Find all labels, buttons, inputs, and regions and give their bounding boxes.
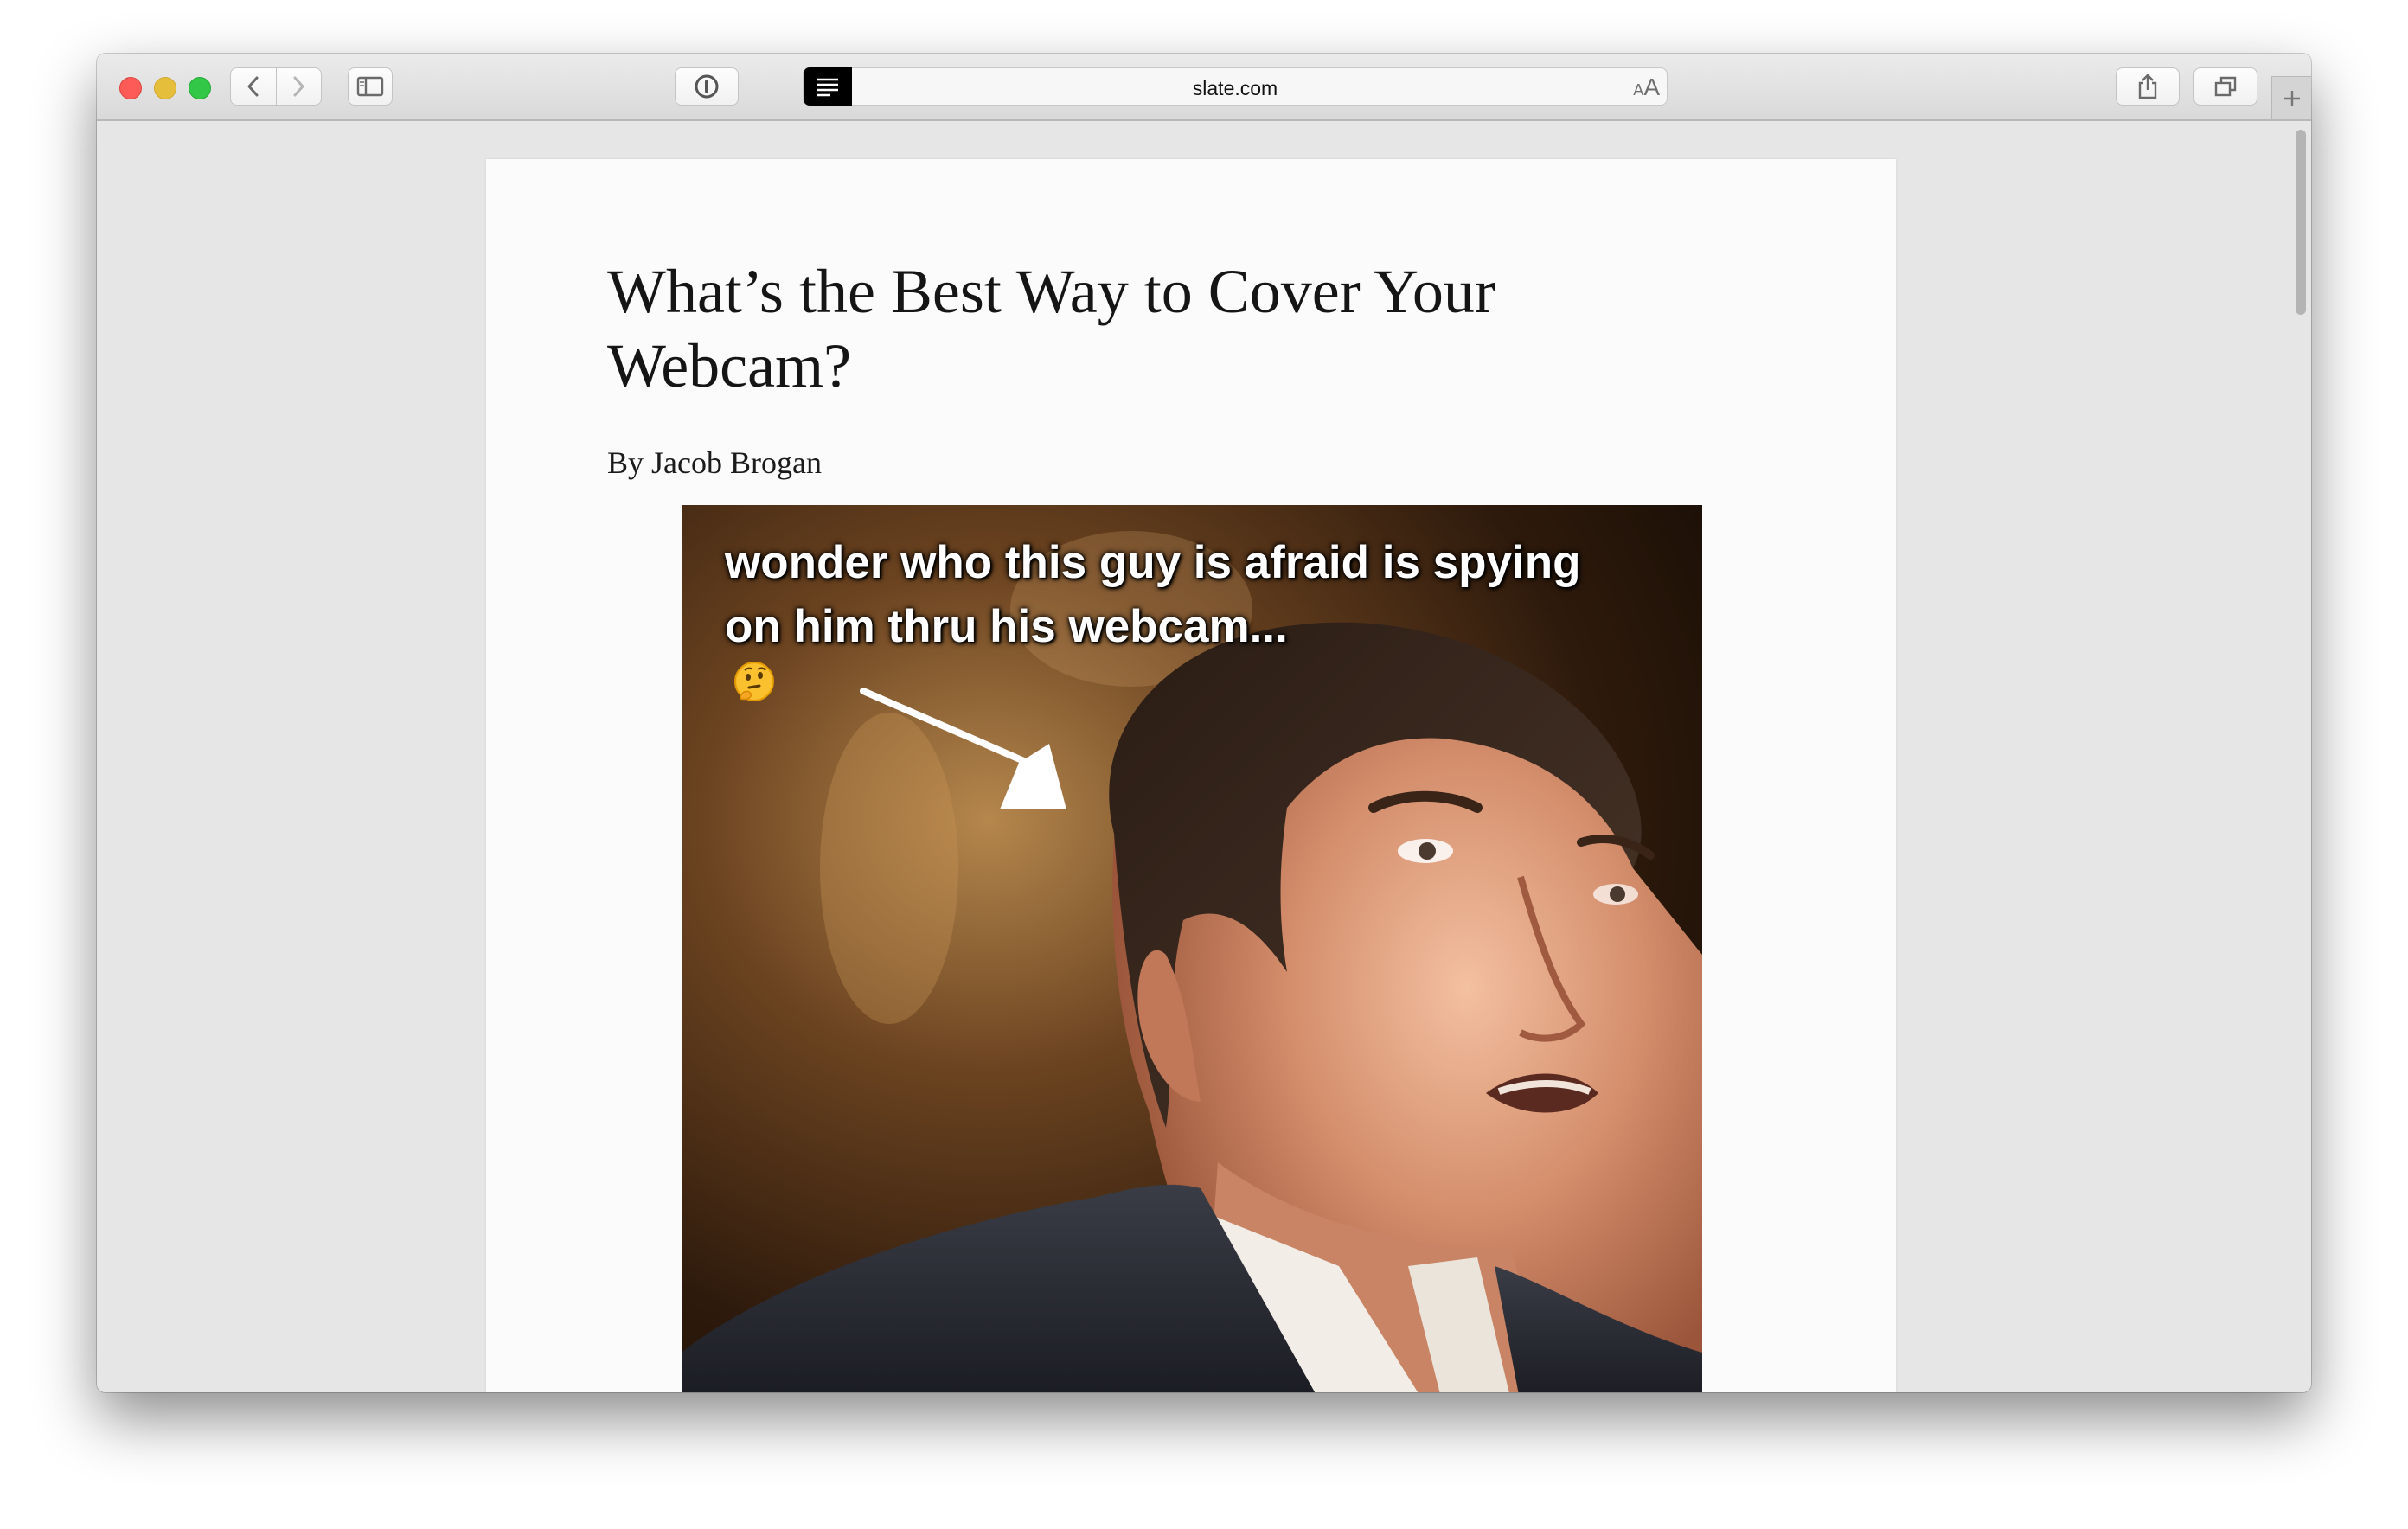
tab-overview-button[interactable] xyxy=(2193,67,2258,106)
article-byline: By Jacob Brogan xyxy=(607,445,822,480)
image-caption-text: wonder who this guy is afraid is spying … xyxy=(725,537,1581,652)
hero-image[interactable]: wonder who this guy is afraid is spying … xyxy=(682,505,1702,1392)
forward-button[interactable] xyxy=(275,68,322,105)
sidebar-button[interactable] xyxy=(348,67,393,106)
text-size-button[interactable]: AA xyxy=(1633,74,1660,101)
text-size-large-glyph: A xyxy=(1643,74,1660,100)
thinking-face-icon xyxy=(734,662,774,701)
image-caption: wonder who this guy is afraid is spying … xyxy=(725,531,1590,704)
article-title: What’s the Best Way to Cover Your Webcam… xyxy=(607,257,1495,400)
url-text: slate.com xyxy=(1192,77,1278,99)
new-tab-button[interactable] xyxy=(2271,76,2311,119)
browser-toolbar: slate.com AA xyxy=(97,54,2311,121)
back-chevron-icon xyxy=(247,76,259,97)
minimize-window-button[interactable] xyxy=(154,77,176,99)
share-button[interactable] xyxy=(2116,67,2180,106)
address-bar[interactable]: slate.com AA xyxy=(803,67,1668,106)
maximize-window-button[interactable] xyxy=(189,77,211,99)
share-icon xyxy=(2138,74,2157,99)
sidebar-icon xyxy=(356,76,384,97)
back-button[interactable] xyxy=(231,68,276,105)
close-window-button[interactable] xyxy=(119,77,142,99)
plus-icon xyxy=(2283,90,2300,106)
browser-window: slate.com AA What’s the Best Way to Cove… xyxy=(97,54,2311,1392)
reader-article: What’s the Best Way to Cover Your Webcam… xyxy=(486,159,1896,1392)
text-size-small-glyph: A xyxy=(1633,81,1644,99)
page-viewport[interactable]: What’s the Best Way to Cover Your Webcam… xyxy=(97,121,2311,1392)
password-key-icon xyxy=(695,74,719,99)
tabs-overview-icon xyxy=(2214,76,2237,97)
password-manager-button[interactable] xyxy=(675,67,739,106)
vertical-scrollbar[interactable] xyxy=(2296,130,2306,315)
forward-chevron-icon xyxy=(293,76,304,97)
history-navigation xyxy=(230,67,322,106)
